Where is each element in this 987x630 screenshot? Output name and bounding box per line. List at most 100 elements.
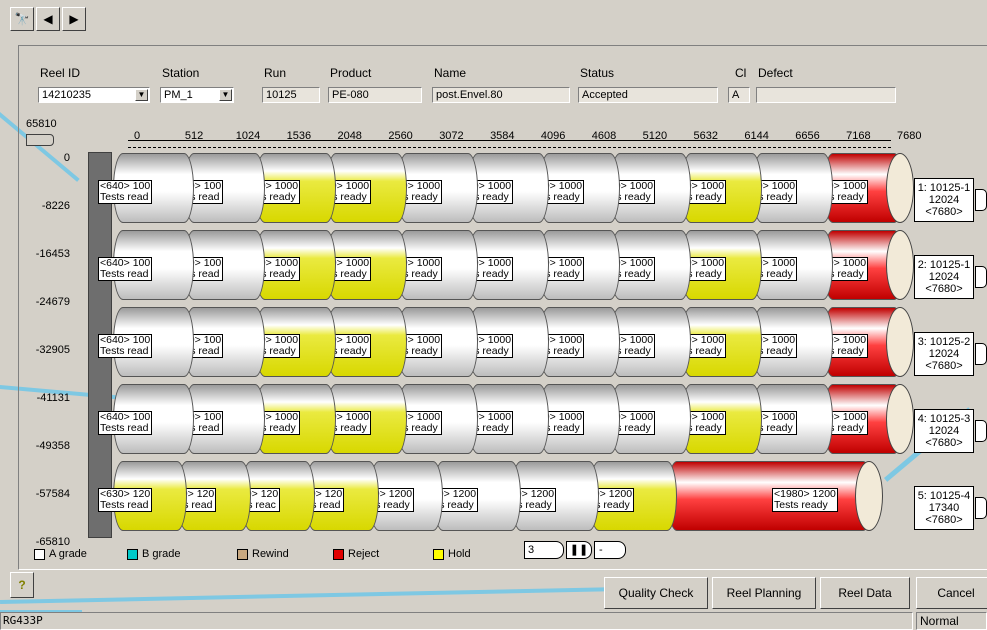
reel-segment[interactable]: <720> 1000 Tests ready xyxy=(737,153,833,223)
reel-info-box[interactable]: 2: 10125-1 12024 <7680> xyxy=(914,255,974,299)
reel-segment[interactable]: <720> 1000 Tests ready xyxy=(524,230,620,300)
reel-segment[interactable]: <640> 1000 Tests ready xyxy=(240,153,336,223)
help-icon: ? xyxy=(18,578,26,592)
reel-segment[interactable]: <850> 1200 Tests ready xyxy=(574,461,677,531)
reel-info-line: <7680> xyxy=(925,437,963,449)
reel-segment[interactable]: <640> 1000 Tests ready xyxy=(240,384,336,454)
reel-segment[interactable]: <850> 1200 Tests ready xyxy=(418,461,521,531)
legend-swatch xyxy=(433,548,444,560)
reel-segment[interactable]: <720> 1000 Tests ready xyxy=(453,384,549,454)
reel-segment[interactable]: <720> 1000 Tests ready xyxy=(311,307,407,377)
reel-segment[interactable]: <720> 1000 Tests ready xyxy=(524,384,620,454)
next-button[interactable]: ▶ xyxy=(62,7,86,31)
reel-segment[interactable]: <640> 100 Tests read xyxy=(98,153,194,223)
status-bar-right: Normal xyxy=(916,612,987,630)
reel-segment[interactable]: <640> 100 Tests read xyxy=(169,307,265,377)
reel-segment[interactable]: <720> 1000 Tests ready xyxy=(595,307,691,377)
reel-info-handle[interactable] xyxy=(975,420,987,442)
reel-segment[interactable]: <630> 120 Tests read xyxy=(98,461,187,531)
reel-segment[interactable]: <640> 1000 Tests ready xyxy=(240,307,336,377)
reel-segment[interactable]: <640> 100 Tests read xyxy=(169,384,265,454)
zoom-out-button[interactable]: - xyxy=(594,541,626,559)
chevron-down-icon[interactable]: ▼ xyxy=(135,89,148,101)
scale-handle[interactable] xyxy=(26,134,54,146)
x-tick-label: 0 xyxy=(134,130,141,142)
reel-id-select[interactable]: 14210235 ▼ xyxy=(38,87,150,103)
reel-segment[interactable]: <720> 1000 Tests ready xyxy=(595,230,691,300)
reel-segment[interactable]: <720> 1000 Tests ready xyxy=(382,307,478,377)
pause-button[interactable]: ❚❚ xyxy=(566,541,592,559)
legend-swatch xyxy=(34,548,45,560)
find-button[interactable]: 🔭 xyxy=(10,7,34,31)
reel-planning-button[interactable]: Reel Planning xyxy=(712,577,816,609)
reel-segment[interactable]: <630> 120 Tests reac xyxy=(226,461,315,531)
help-button[interactable]: ? xyxy=(10,572,34,598)
reel-segment[interactable]: <1980> 1200 Tests ready xyxy=(667,461,873,531)
reel-data-button[interactable]: Reel Data xyxy=(820,577,910,609)
reel-segment[interactable]: <720> 1000 Tests ready xyxy=(382,153,478,223)
reel-segment[interactable]: <640> 100 Tests read xyxy=(169,153,265,223)
chevron-down-icon[interactable]: ▼ xyxy=(219,89,232,101)
reel-info-box[interactable]: 4: 10125-3 12024 <7680> xyxy=(914,409,974,453)
segment-label: <640> 100 Tests read xyxy=(98,334,153,358)
reel-segment[interactable]: <640> 100 Tests read xyxy=(98,384,194,454)
reel-info-line: 3: 10125-2 xyxy=(917,336,971,348)
station-select[interactable]: PM_1 ▼ xyxy=(160,87,234,103)
reel-segment[interactable]: <720> 1000 Tests ready xyxy=(595,384,691,454)
reel-segment[interactable]: <720> 1000 Tests ready xyxy=(382,230,478,300)
reel-end-cap xyxy=(886,384,914,454)
reel-segment[interactable]: <720> 1000 Tests ready xyxy=(524,153,620,223)
reel-segment[interactable]: <720> 1000 Tests ready xyxy=(666,384,762,454)
legend-item: A grade xyxy=(34,548,87,560)
reel-info-box[interactable]: 5: 10125-4 17340 <7680> xyxy=(914,486,974,530)
reel-info-line: 4: 10125-3 xyxy=(917,413,971,425)
reel-segment[interactable]: <720> 1000 Tests ready xyxy=(311,230,407,300)
reel-segment[interactable]: <720> 1000 Tests ready xyxy=(453,230,549,300)
reel-segment[interactable]: <720> 1000 Tests ready xyxy=(737,307,833,377)
reel-segment[interactable]: <720> 1000 Tests ready xyxy=(524,307,620,377)
x-tick-label: 4608 xyxy=(591,130,617,142)
reel-segment[interactable]: <640> 100 Tests read xyxy=(98,307,194,377)
legend-label: B grade xyxy=(142,548,181,560)
defect-field xyxy=(756,87,896,103)
reel-segment[interactable]: <850> 1200 Tests ready xyxy=(496,461,599,531)
reel-segment[interactable]: <720> 1000 Tests ready xyxy=(595,153,691,223)
quality-check-button[interactable]: Quality Check xyxy=(604,577,708,609)
reel-segment[interactable]: <720> 1000 Tests ready xyxy=(737,384,833,454)
reel-segment[interactable]: <640> 1000 Tests ready xyxy=(240,230,336,300)
reel-segment[interactable]: <720> 1000 Tests ready xyxy=(666,230,762,300)
prev-button[interactable]: ◀ xyxy=(36,7,60,31)
reel-info-box[interactable]: 3: 10125-2 12024 <7680> xyxy=(914,332,974,376)
reel-segment[interactable]: <630> 120 Tests read xyxy=(162,461,251,531)
reel-segment[interactable]: <630> 120 Tests read xyxy=(290,461,379,531)
y-tick-label: -65810 xyxy=(35,536,70,548)
reel-segment[interactable]: <720> 1000 Tests ready xyxy=(666,307,762,377)
run-label: Run xyxy=(264,66,287,80)
reel-segment[interactable]: <630> 1200 Tests ready xyxy=(354,461,443,531)
x-tick-label: 6656 xyxy=(795,130,820,142)
reel-info-box[interactable]: 1: 10125-1 12024 <7680> xyxy=(914,178,974,222)
reel-info-line: <7680> xyxy=(925,360,963,372)
cancel-button[interactable]: Cancel xyxy=(916,577,987,609)
reel-info-handle[interactable] xyxy=(975,266,987,288)
reel-segment[interactable]: <720> 1000 Tests ready xyxy=(382,384,478,454)
legend-item: Hold xyxy=(433,548,471,560)
reel-info-handle[interactable] xyxy=(975,497,987,519)
reel-segment[interactable]: <720> 1000 Tests ready xyxy=(453,153,549,223)
reel-info-handle[interactable] xyxy=(975,189,987,211)
reel-segment[interactable]: <640> 100 Tests read xyxy=(98,230,194,300)
zoom-control[interactable]: 3 xyxy=(524,541,564,559)
reel-segment[interactable]: <640> 100 Tests read xyxy=(169,230,265,300)
x-tick-label: 4096 xyxy=(540,130,566,142)
reel-segment[interactable]: <720> 1000 Tests ready xyxy=(453,307,549,377)
reel-segment[interactable]: <720> 1000 Tests ready xyxy=(666,153,762,223)
reel-info-handle[interactable] xyxy=(975,343,987,365)
x-tick-label: 5120 xyxy=(642,130,668,142)
reel-segment[interactable]: <720> 1000 Tests ready xyxy=(311,153,407,223)
product-label: Product xyxy=(330,66,372,80)
reel-info-line: <7680> xyxy=(925,514,963,526)
legend-swatch xyxy=(237,548,248,560)
reel-segment[interactable]: <720> 1000 Tests ready xyxy=(311,384,407,454)
defect-label: Defect xyxy=(758,66,793,80)
reel-segment[interactable]: <720> 1000 Tests ready xyxy=(737,230,833,300)
